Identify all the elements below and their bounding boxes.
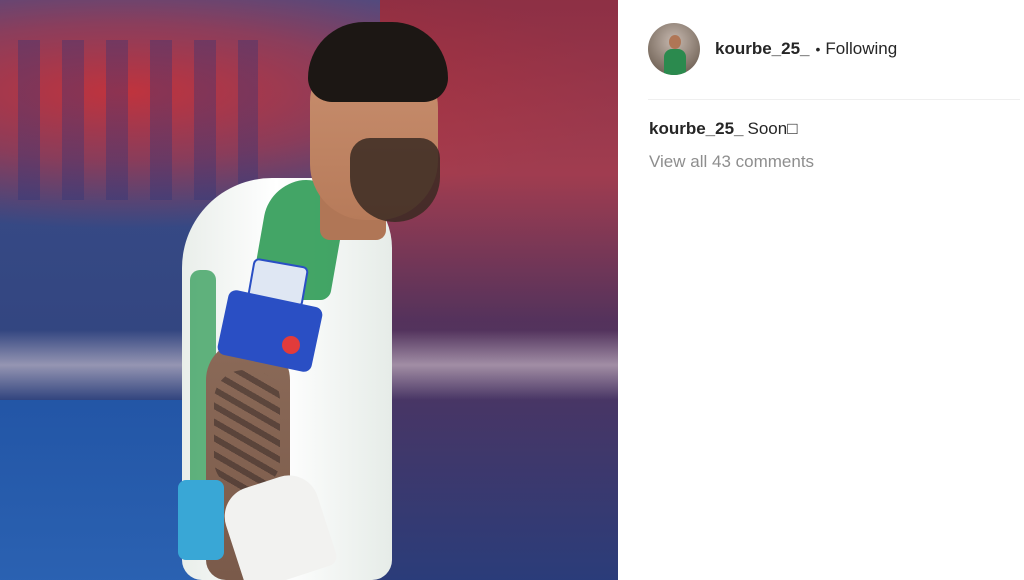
header-separator: • bbox=[815, 41, 821, 57]
profile-avatar[interactable] bbox=[648, 23, 700, 75]
player-hair bbox=[308, 22, 448, 102]
armband-logo bbox=[282, 336, 300, 354]
post-header: kourbe_25_ • Following bbox=[648, 21, 897, 77]
post-caption: kourbe_25_ Soon□ bbox=[649, 118, 797, 140]
avatar-head bbox=[669, 35, 681, 49]
view-all-comments-link[interactable]: View all 43 comments bbox=[649, 151, 814, 173]
author-username[interactable]: kourbe_25_ bbox=[715, 39, 810, 59]
post-side-panel: kourbe_25_ • Following kourbe_25_ Soon□ V… bbox=[618, 0, 1024, 580]
header-divider bbox=[648, 99, 1020, 100]
post-photo[interactable] bbox=[0, 0, 618, 580]
player-figure bbox=[170, 10, 470, 580]
caption-text: Soon□ bbox=[747, 119, 798, 138]
player-beard bbox=[350, 138, 440, 222]
shirt-sponsor-patch bbox=[178, 480, 224, 560]
following-button[interactable]: Following bbox=[825, 39, 897, 59]
caption-username[interactable]: kourbe_25_ bbox=[649, 119, 744, 138]
instagram-post: kourbe_25_ • Following kourbe_25_ Soon□ V… bbox=[0, 0, 1024, 580]
avatar-body bbox=[664, 49, 686, 75]
player-arm-tattoo bbox=[214, 370, 280, 490]
